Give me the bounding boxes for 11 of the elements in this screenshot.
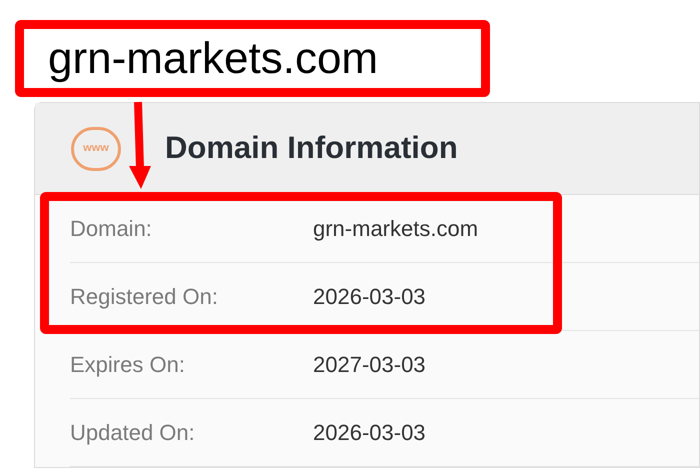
card-title: Domain Information [165,129,458,168]
field-label: Updated On: [70,419,196,447]
field-value: 2027-03-03 [313,351,426,379]
field-value: 2026-03-03 [313,419,426,447]
field-label: Expires On: [70,351,186,379]
www-icon: www [71,126,121,170]
field-label: Domain: [70,215,153,243]
field-value: 2026-03-03 [313,283,426,311]
field-value: grn-markets.com [313,215,478,243]
domain-title: grn-markets.com [15,20,490,97]
field-label: Registered On: [70,283,219,311]
